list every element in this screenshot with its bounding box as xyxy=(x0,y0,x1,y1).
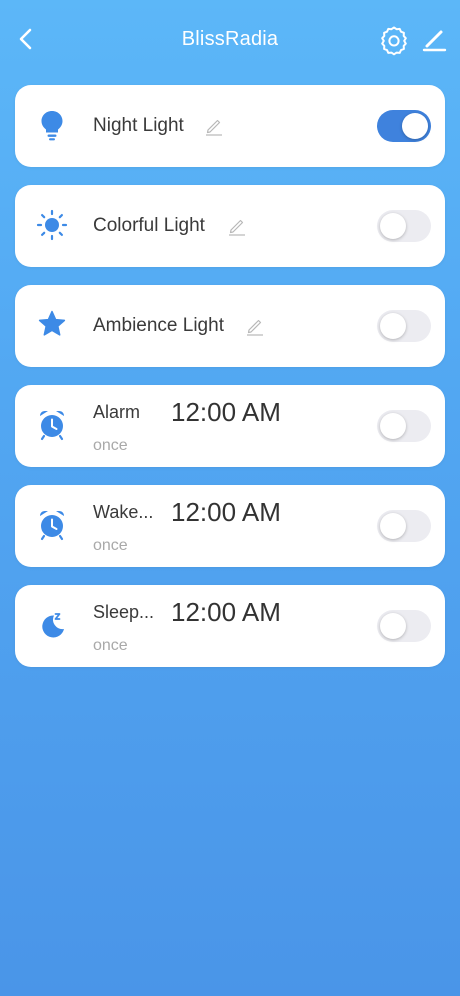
light-label: Ambience Light xyxy=(93,315,224,336)
night-light-card: Night Light xyxy=(15,85,445,167)
rename-pencil-icon[interactable] xyxy=(245,316,265,336)
light-label: Night Light xyxy=(93,115,184,136)
alarm-repeat: once xyxy=(93,437,128,454)
toggle-knob xyxy=(402,113,428,139)
toggle-knob xyxy=(380,213,406,239)
alarm-name: Sleep... xyxy=(93,602,155,622)
alarm-time: 12:00 AM xyxy=(171,397,281,427)
ambience-light-toggle[interactable] xyxy=(377,310,431,342)
alarm-name: Alarm xyxy=(93,402,141,422)
rename-pencil-icon[interactable] xyxy=(227,216,247,236)
top-bar: BlissRadia xyxy=(0,0,460,80)
toggle-knob xyxy=(380,313,406,339)
night-light-toggle[interactable] xyxy=(377,110,431,142)
toggle-knob xyxy=(380,413,406,439)
toggle-knob xyxy=(380,513,406,539)
wake-card[interactable]: Wake... 12:00 AM once xyxy=(15,485,445,567)
colorful-light-card: Colorful Light xyxy=(15,185,445,267)
ambience-light-card: Ambience Light xyxy=(15,285,445,367)
alarm-clock-icon xyxy=(40,511,64,541)
sleep-card[interactable]: Sleep... 12:00 AM once xyxy=(15,585,445,667)
alarm-card[interactable]: Alarm 12:00 AM once xyxy=(15,385,445,467)
alarm-time: 12:00 AM xyxy=(171,597,281,627)
lightbulb-icon xyxy=(41,111,63,141)
star-icon xyxy=(38,310,66,336)
alarm-toggle[interactable] xyxy=(377,410,431,442)
alarm-repeat: once xyxy=(93,637,128,654)
alarm-name: Wake... xyxy=(93,502,154,522)
alarm-repeat: once xyxy=(93,537,128,554)
alarm-time: 12:00 AM xyxy=(171,497,281,527)
moon-sleep-icon xyxy=(42,613,64,638)
gear-icon[interactable] xyxy=(378,24,410,56)
toggle-knob xyxy=(380,613,406,639)
colorful-light-toggle[interactable] xyxy=(377,210,431,242)
sleep-toggle[interactable] xyxy=(377,610,431,642)
pencil-icon[interactable] xyxy=(420,26,448,54)
light-label: Colorful Light xyxy=(93,215,205,236)
sun-icon xyxy=(36,209,68,241)
alarm-clock-icon xyxy=(40,411,64,441)
wake-toggle[interactable] xyxy=(377,510,431,542)
rename-pencil-icon[interactable] xyxy=(204,116,224,136)
